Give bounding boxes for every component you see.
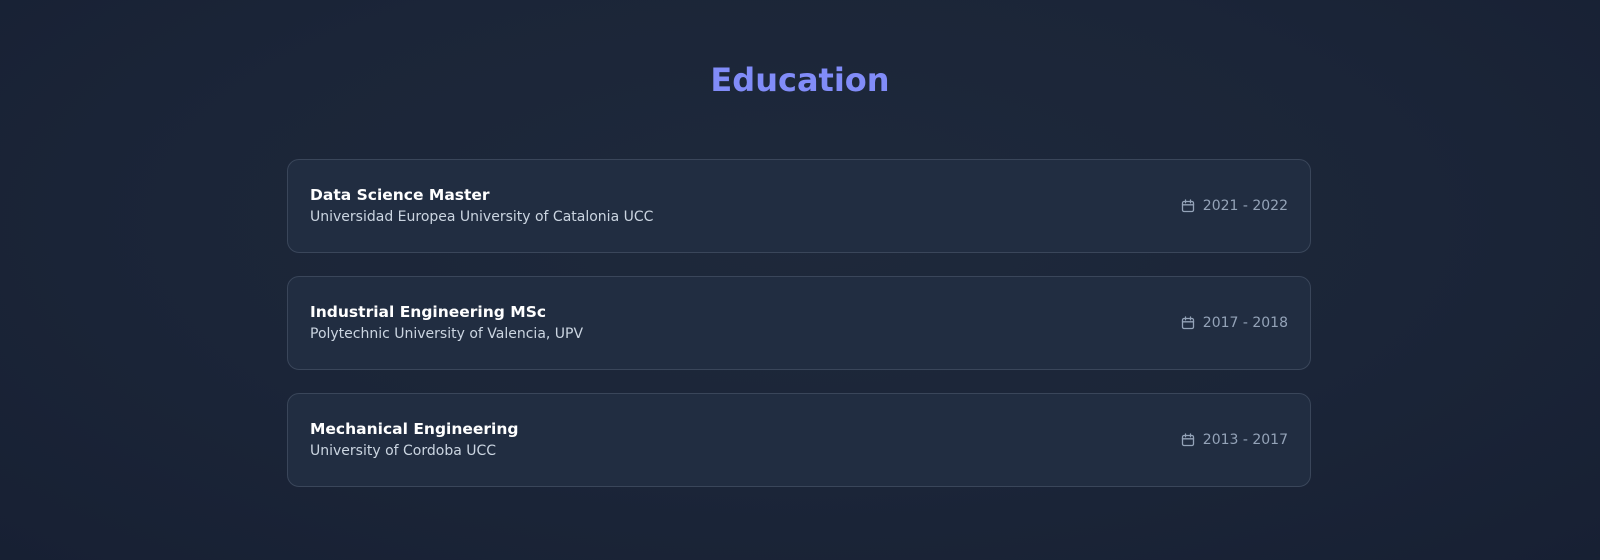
period-text: 2013 - 2017 (1202, 432, 1288, 448)
education-card-text: Data Science Master Universidad Europea … (310, 184, 653, 228)
education-period: 2013 - 2017 (1181, 432, 1288, 448)
education-card-text: Mechanical Engineering University of Cor… (310, 418, 519, 462)
education-period: 2021 - 2022 (1181, 198, 1288, 214)
degree-title: Industrial Engineering MSc (310, 303, 547, 321)
education-card-text: Industrial Engineering MSc Polytechnic U… (310, 301, 583, 345)
period-text: 2021 - 2022 (1202, 198, 1288, 214)
education-card: Mechanical Engineering University of Cor… (287, 393, 1311, 487)
school-name: Universidad Europea University of Catalo… (310, 209, 654, 225)
education-period: 2017 - 2018 (1181, 315, 1288, 331)
degree-title: Mechanical Engineering (310, 420, 519, 438)
calendar-icon (1181, 433, 1195, 447)
period-text: 2017 - 2018 (1202, 315, 1288, 331)
degree-title: Data Science Master (310, 186, 490, 204)
school-name: University of Cordoba UCC (310, 443, 497, 459)
calendar-icon (1181, 199, 1195, 213)
education-section: Education Data Science Master Universida… (0, 0, 1600, 560)
section-title: Education (710, 61, 890, 99)
calendar-icon (1181, 316, 1195, 330)
school-name: Polytechnic University of Valencia, UPV (310, 326, 584, 342)
education-card: Industrial Engineering MSc Polytechnic U… (287, 276, 1311, 370)
education-card: Data Science Master Universidad Europea … (287, 159, 1311, 253)
education-list: Data Science Master Universidad Europea … (287, 159, 1311, 510)
